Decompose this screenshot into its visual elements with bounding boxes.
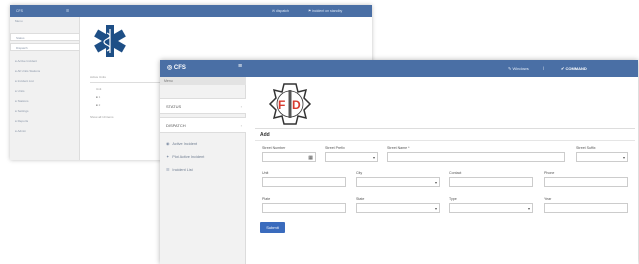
bg-menu-icon: ☰: [66, 9, 70, 13]
calendar-icon: ▦: [308, 154, 313, 161]
bg-sidebar-item: ● All Units Stations: [15, 69, 41, 73]
street-name-input[interactable]: [387, 152, 565, 162]
street-prefix-label: Street Prefix: [325, 146, 345, 150]
sidebar-section-label: STATUS: [166, 104, 182, 109]
contact-label: Contact: [449, 171, 462, 175]
chevron-down-icon: ▾: [372, 155, 375, 160]
bg-sidebar: Menu Status Dispatch ● Active Incident ●…: [10, 17, 80, 160]
sidebar-item-incident-list[interactable]: ☰ Incident List: [160, 164, 246, 176]
topbar-separator: |: [543, 65, 545, 70]
plate-input[interactable]: [262, 203, 346, 213]
chevron-right-icon: ›: [240, 104, 242, 109]
brand-label: CFS: [173, 65, 186, 71]
street-suffix-select[interactable]: ▾: [576, 152, 628, 162]
bg-top-right: ⚑ incident on standby: [308, 9, 343, 13]
topbar: ◎ CFS ≡ ✎ Windows | ✔ COMMAND: [160, 60, 638, 77]
user-menu[interactable]: ✎ Windows: [508, 66, 529, 71]
sidebar-item-label: Active Incident: [172, 142, 198, 146]
bg-table-footer: Show all 10 items: [90, 115, 114, 119]
bg-sidebar-item: Status: [10, 33, 80, 41]
bg-sidebar-item: ● Admin: [15, 129, 26, 133]
phone-input[interactable]: [544, 177, 628, 187]
bg-sidebar-item: Dispatch: [10, 43, 80, 51]
year-label: Year: [544, 197, 552, 201]
bg-sidebar-item: ● Incident List: [15, 79, 34, 83]
sidebar-item-label: Incident List: [172, 168, 193, 172]
bg-brand: CFS: [16, 9, 23, 13]
bg-menu-label: Menu: [15, 19, 23, 23]
sidebar-item-active-incident[interactable]: ◉ Active Incident: [160, 138, 246, 150]
submit-button[interactable]: Submit: [260, 222, 285, 233]
status-indicator[interactable]: ✔ COMMAND: [561, 66, 587, 71]
sidebar-item-plot-active-incident[interactable]: ✦ Plot Active Incident: [160, 151, 246, 163]
sidebar: Menu STATUS › DISPATCH › ◉ Active Inciden…: [160, 77, 246, 264]
bg-table-row: ■ 1: [96, 95, 101, 99]
logo-letter-d: D: [292, 98, 301, 112]
year-input[interactable]: [544, 203, 628, 213]
chevron-down-icon: ▾: [434, 180, 437, 185]
street-number-input[interactable]: ▦: [262, 152, 316, 162]
list-icon: ☰: [166, 168, 170, 172]
chevron-down-icon: ▾: [622, 155, 625, 160]
sidebar-item-label: Plot Active Incident: [172, 155, 205, 159]
foreground-window: ◎ CFS ≡ ✎ Windows | ✔ COMMAND Menu STATU…: [160, 60, 638, 264]
hamburger-icon[interactable]: ≡: [238, 63, 242, 70]
unit-input[interactable]: [262, 177, 346, 187]
sidebar-section-label: DISPATCH: [166, 123, 186, 128]
type-select[interactable]: ▾: [449, 203, 533, 213]
state-select[interactable]: ▾: [356, 203, 440, 213]
state-label: State: [356, 197, 365, 201]
bg-sidebar-item: ● Units: [15, 89, 25, 93]
chevron-down-icon: ▾: [434, 206, 437, 211]
sidebar-section-dispatch[interactable]: DISPATCH ›: [160, 117, 246, 133]
sidebar-section-status[interactable]: STATUS ›: [160, 98, 246, 114]
street-prefix-select[interactable]: ▾: [325, 152, 378, 162]
city-select[interactable]: ▾: [356, 177, 440, 187]
app-brand[interactable]: ◎ CFS: [167, 64, 186, 71]
map-marker-icon: ✦: [166, 155, 170, 159]
bg-sidebar-item: ● Reports: [15, 119, 29, 123]
street-suffix-label: Street Suffix: [576, 146, 596, 150]
bg-topbar: CFS ☰ ✉ dispatch ⚑ incident on standby: [10, 5, 372, 17]
logo-letter-f: F: [278, 98, 285, 112]
bg-top-mid: ✉ dispatch: [272, 9, 289, 13]
city-label: City: [356, 171, 363, 175]
form-divider: [255, 140, 635, 141]
bg-sidebar-item: ● Settings: [15, 109, 29, 113]
contact-input[interactable]: [449, 177, 533, 187]
sidebar-menu-label: Menu: [160, 77, 246, 85]
fire-department-logo: F D: [268, 83, 312, 125]
bg-sidebar-item: ● Active Incident: [15, 59, 37, 63]
street-name-label: Street Name *: [387, 146, 410, 150]
unit-label: Unit: [262, 171, 269, 175]
target-icon: ◉: [166, 142, 170, 146]
plate-label: Plate: [262, 197, 271, 201]
form-title: Add: [260, 132, 270, 138]
bg-table-row: Unit: [96, 87, 102, 91]
bg-table-row: ■ 2: [96, 103, 101, 107]
street-number-label: Street Number: [262, 146, 286, 150]
bg-sidebar-item: ● Stations: [15, 99, 29, 103]
chevron-right-icon: ›: [240, 123, 242, 128]
phone-label: Phone: [544, 171, 555, 175]
star-of-life-icon: [94, 25, 126, 57]
chevron-down-icon: ▾: [527, 206, 530, 211]
type-label: Type: [449, 197, 457, 201]
